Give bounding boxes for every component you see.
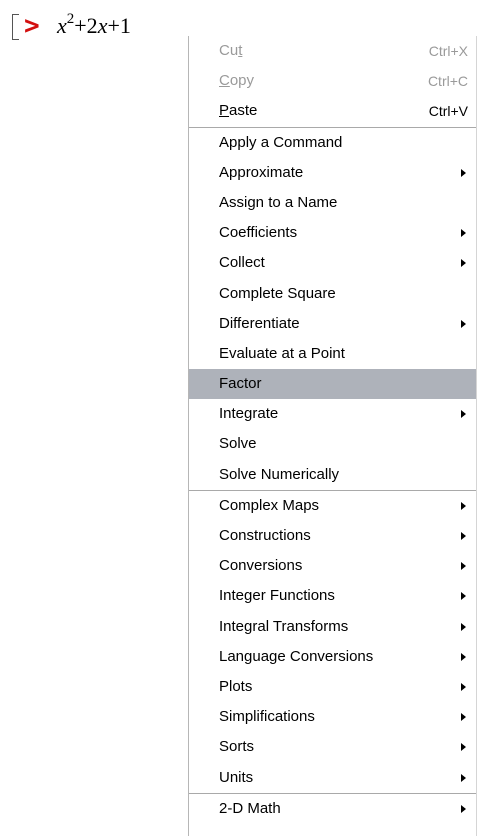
submenu-arrow-icon <box>461 168 466 177</box>
submenu-arrow-icon <box>461 532 466 540</box>
menu-item-paste[interactable]: Paste Ctrl+V <box>189 96 476 126</box>
menu-item-simplifications[interactable]: Simplifications <box>189 702 476 732</box>
menu-item-label: Differentiate <box>219 314 300 332</box>
menu-item-complex-maps[interactable]: Complex Maps <box>189 491 476 521</box>
menu-item-label: Approximate <box>219 163 304 181</box>
menu-item-label: Plots <box>219 677 253 695</box>
submenu-arrow-icon <box>461 229 466 238</box>
submenu-arrow-icon <box>461 410 466 419</box>
menu-item-evaluate-at-a-point[interactable]: Evaluate at a Point <box>189 339 476 369</box>
menu-item-complete-square[interactable]: Complete Square <box>189 279 476 309</box>
menu-item-label: Simplifications <box>219 708 315 726</box>
menu-item-label: Complex Maps <box>219 496 320 514</box>
submenu-arrow-icon <box>461 592 466 601</box>
menu-item-label: Assign to a Name <box>219 193 338 211</box>
expr-operator: +1 <box>107 13 131 38</box>
menu-item-label: 2-D Math <box>219 799 281 817</box>
menu-item-label: Evaluate at a Point <box>219 344 345 362</box>
menu-item-cut[interactable]: Cut Ctrl+X <box>189 36 476 66</box>
menu-item-plots[interactable]: Plots <box>189 672 476 702</box>
submenu-arrow-icon <box>461 562 466 571</box>
menu-item-coefficients[interactable]: Coefficients <box>189 218 476 248</box>
menu-item-integrate[interactable]: Integrate <box>189 399 476 429</box>
menu-item-label: Factor <box>219 375 262 393</box>
menu-item-integer-functions[interactable]: Integer Functions <box>189 581 476 611</box>
menu-item-factor[interactable]: Factor <box>189 369 476 400</box>
menu-item-label: Conversions <box>219 557 303 575</box>
submenu-arrow-icon <box>461 713 466 722</box>
menu-item-label: Cut <box>219 42 243 59</box>
menu-item-integral-transforms[interactable]: Integral Transforms <box>189 612 476 642</box>
menu-item-label: Copy <box>219 72 255 90</box>
menu-item-units[interactable]: Units <box>189 763 476 793</box>
expr-variable: x <box>97 13 108 38</box>
submenu-arrow-icon <box>461 259 466 268</box>
expr-variable: x <box>57 13 67 38</box>
execution-group-bracket[interactable] <box>12 14 19 40</box>
menu-item-label: Solve Numerically <box>219 465 340 483</box>
menu-item-constructions[interactable]: Constructions <box>189 521 476 551</box>
menu-item-sorts[interactable]: Sorts <box>189 732 476 762</box>
menu-item-differentiate[interactable]: Differentiate <box>189 309 476 339</box>
menu-item-label: Integrate <box>219 405 279 423</box>
menu-item-label: Language Conversions <box>219 647 374 665</box>
menu-item-language-conversions[interactable]: Language Conversions <box>189 642 476 672</box>
menu-item-label: Units <box>219 768 254 786</box>
context-menu: Cut Ctrl+X Copy Ctrl+C Paste Ctrl+V Appl… <box>188 36 477 836</box>
menu-item-collect[interactable]: Collect <box>189 248 476 278</box>
menu-item-2d-math[interactable]: 2-D Math <box>189 794 476 824</box>
submenu-arrow-icon <box>461 652 466 661</box>
expr-operator: +2 <box>74 13 98 38</box>
menu-item-label: Coefficients <box>219 224 298 242</box>
menu-item-label: Integer Functions <box>219 587 335 605</box>
menu-item-assign-to-a-name[interactable]: Assign to a Name <box>189 188 476 218</box>
menu-item-solve-numerically[interactable]: Solve Numerically <box>189 460 476 490</box>
submenu-arrow-icon <box>461 622 466 631</box>
menu-item-copy[interactable]: Copy Ctrl+C <box>189 66 476 96</box>
menu-item-label: Complete Square <box>219 284 336 302</box>
submenu-arrow-icon <box>461 773 466 782</box>
menu-item-label: Sorts <box>219 738 255 756</box>
menu-item-shortcut: Ctrl+V <box>428 103 468 120</box>
submenu-arrow-icon <box>461 743 466 752</box>
menu-item-solve[interactable]: Solve <box>189 429 476 459</box>
menu-item-label: Integral Transforms <box>219 617 349 635</box>
menu-item-label: Solve <box>219 435 257 453</box>
menu-item-conversions[interactable]: Conversions <box>189 551 476 581</box>
menu-item-label: Apply a Command <box>219 133 343 151</box>
prompt-symbol: > <box>24 11 40 41</box>
math-input-expression[interactable]: x2+2x+1 <box>57 10 131 42</box>
submenu-arrow-icon <box>461 319 466 328</box>
menu-item-approximate[interactable]: Approximate <box>189 158 476 188</box>
menu-item-label: Paste <box>219 102 258 120</box>
submenu-arrow-icon <box>461 501 466 510</box>
menu-item-shortcut: Ctrl+C <box>427 73 468 90</box>
menu-item-shortcut: Ctrl+X <box>428 43 468 59</box>
submenu-arrow-icon <box>461 682 466 691</box>
menu-item-label: Constructions <box>219 527 311 544</box>
menu-item-apply-a-command[interactable]: Apply a Command <box>189 128 476 158</box>
submenu-arrow-icon <box>461 804 466 813</box>
menu-item-label: Collect <box>219 254 265 272</box>
